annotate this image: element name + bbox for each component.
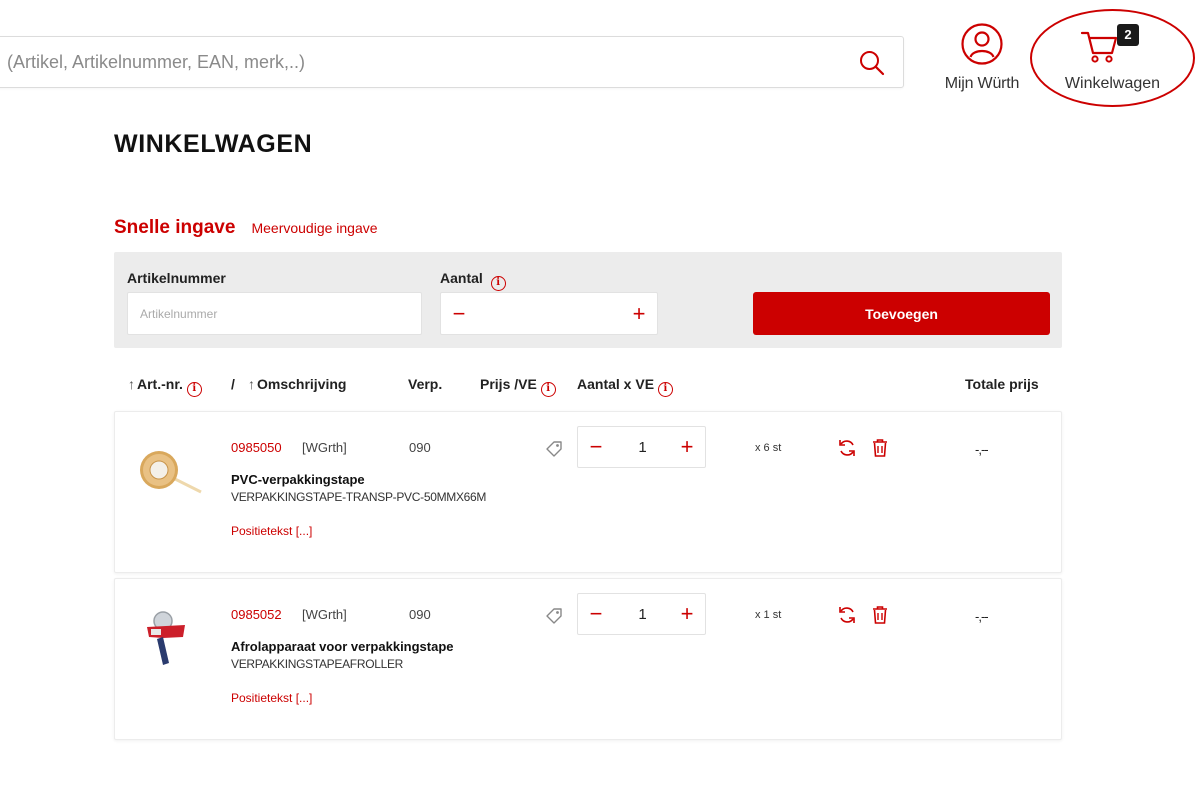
quantity-decrement-button[interactable]: − — [578, 594, 614, 634]
total-price: -,-- — [975, 609, 989, 624]
brand-label: [WGrth] — [302, 607, 347, 622]
col-separator: / — [231, 376, 235, 392]
entry-tabs: Snelle ingave Meervoudige ingave — [114, 217, 378, 239]
dispenser-product-image — [147, 611, 185, 665]
quantity-stepper: − + — [577, 593, 706, 635]
quantity-increment-button[interactable]: + — [669, 427, 705, 467]
col-artnr-label: Art.-nr. — [137, 376, 183, 392]
tab-quick-entry[interactable]: Snelle ingave — [114, 217, 235, 239]
refresh-icon[interactable] — [837, 605, 857, 625]
col-price-label: Prijs /VE — [480, 376, 537, 392]
cart-icon — [1080, 31, 1118, 63]
col-total: Totale prijs — [965, 376, 1039, 392]
trash-icon[interactable] — [871, 605, 889, 625]
sort-arrow-icon: ↑ — [128, 376, 135, 392]
account-link[interactable]: Mijn Würth — [936, 22, 1028, 93]
quick-entry-panel: Artikelnummer Aantal i − + Toevoegen — [114, 252, 1062, 348]
tab-multiple-entry[interactable]: Meervoudige ingave — [251, 220, 377, 236]
search-icon[interactable] — [857, 48, 887, 78]
quantity-stepper: − + — [577, 426, 706, 468]
packaging-value: 090 — [409, 607, 431, 622]
quantity-label-group: Aantal i — [440, 270, 506, 291]
search-bar — [0, 36, 904, 88]
user-icon — [961, 23, 1003, 65]
info-icon[interactable]: i — [186, 382, 202, 397]
col-artnr[interactable]: ↑ Art.-nr. i — [128, 376, 202, 397]
info-icon[interactable]: i — [490, 276, 506, 291]
packaging-value: 090 — [409, 440, 431, 455]
article-number-link[interactable]: 0985052 — [231, 607, 282, 622]
total-price: -,-- — [975, 442, 989, 457]
article-number-link[interactable]: 0985050 — [231, 440, 282, 455]
quantity-decrement-button[interactable]: − — [578, 427, 614, 467]
article-number-label: Artikelnummer — [127, 270, 226, 286]
info-icon[interactable]: i — [657, 382, 673, 397]
page-title: WINKELWAGEN — [114, 130, 313, 158]
col-qty: Aantal x VE i — [577, 376, 673, 397]
quantity-input[interactable] — [614, 594, 671, 634]
col-description[interactable]: ↑ Omschrijving — [248, 376, 346, 392]
quantity-increment-button[interactable]: + — [669, 594, 705, 634]
product-description: VERPAKKINGSTAPE-TRANSP-PVC-50MMX66M — [231, 490, 487, 504]
position-text-link[interactable]: Positietekst [...] — [231, 524, 312, 538]
quantity-input[interactable] — [614, 427, 671, 467]
quantity-stepper: − + — [440, 292, 658, 335]
col-description-label: Omschrijving — [257, 376, 347, 392]
cart-row: 0985052 [WGrth] 090 Afrolapparaat voor v… — [114, 578, 1062, 740]
add-button[interactable]: Toevoegen — [753, 292, 1050, 335]
product-description: VERPAKKINGSTAPEAFROLLER — [231, 657, 404, 671]
col-qty-label: Aantal x VE — [577, 376, 655, 392]
product-title: PVC-verpakkingstape — [231, 472, 365, 487]
tape-product-image — [140, 451, 202, 494]
quantity-increment-button[interactable]: + — [621, 293, 657, 334]
article-number-field-wrap — [127, 292, 422, 335]
brand-label: [WGrth] — [302, 440, 347, 455]
cart-label: Winkelwagen — [1064, 75, 1161, 92]
info-icon[interactable]: i — [540, 382, 556, 397]
quantity-label: Aantal — [440, 270, 483, 286]
position-text-link[interactable]: Positietekst [...] — [231, 691, 312, 705]
units-per-package: x 1 st — [755, 609, 782, 621]
units-per-package: x 6 st — [755, 442, 782, 454]
refresh-icon[interactable] — [837, 438, 857, 458]
product-title: Afrolapparaat voor verpakkingstape — [231, 639, 454, 654]
col-price: Prijs /VE i — [480, 376, 556, 397]
col-verp: Verp. — [408, 376, 443, 392]
account-label: Mijn Würth — [944, 75, 1020, 92]
cart-count-badge: 2 — [1117, 24, 1139, 46]
quantity-decrement-button[interactable]: − — [441, 293, 477, 334]
sort-arrow-icon: ↑ — [248, 376, 255, 392]
cart-link[interactable]: 2 Winkelwagen — [1030, 9, 1195, 107]
trash-icon[interactable] — [871, 438, 889, 458]
tag-icon[interactable] — [545, 607, 563, 625]
cart-row: 0985050 [WGrth] 090 PVC-verpakkingstape … — [114, 411, 1062, 573]
search-input[interactable] — [0, 37, 837, 87]
article-number-field[interactable] — [128, 293, 421, 334]
tag-icon[interactable] — [545, 440, 563, 458]
table-header: ↑ Art.-nr. i / ↑ Omschrijving Verp. Prijs … — [114, 376, 1062, 397]
